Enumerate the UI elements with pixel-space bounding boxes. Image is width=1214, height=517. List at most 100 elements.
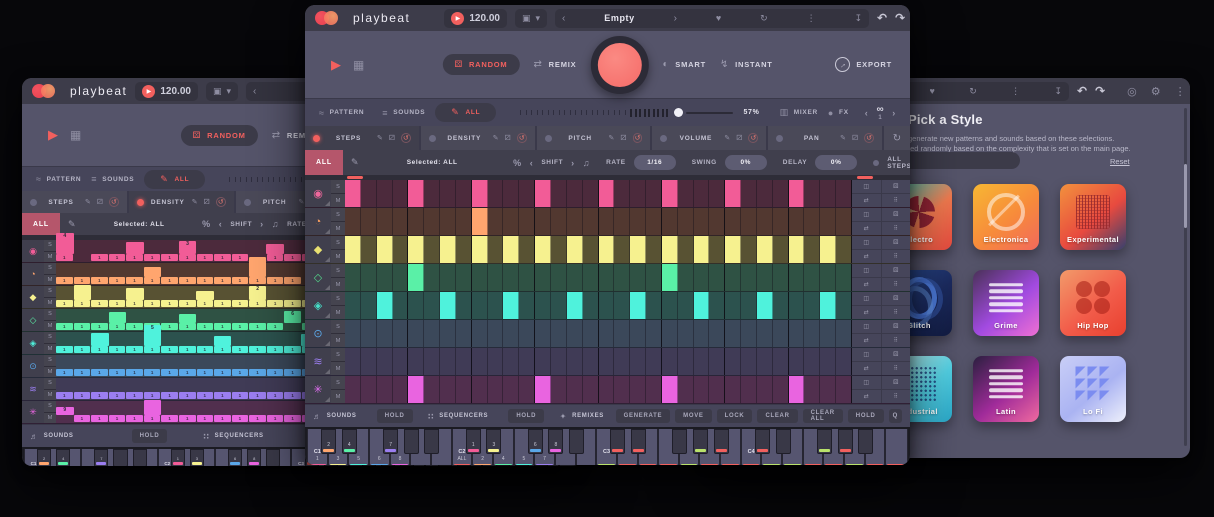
pencil-icon[interactable]: ✎ bbox=[85, 198, 91, 206]
step-cell[interactable] bbox=[709, 292, 725, 319]
undo-button[interactable]: ↶ bbox=[1077, 84, 1087, 98]
step-cell[interactable] bbox=[662, 320, 678, 347]
mute-button[interactable]: M bbox=[44, 390, 56, 401]
piano-key-black[interactable]: 2 bbox=[321, 429, 336, 454]
step-cell[interactable] bbox=[741, 236, 757, 263]
strip-segment[interactable]: 1 bbox=[144, 300, 161, 307]
step-cell[interactable] bbox=[535, 320, 551, 347]
step-cell[interactable] bbox=[836, 264, 852, 291]
strip-segment[interactable]: 1 bbox=[109, 254, 126, 261]
strip-segment[interactable]: 1 bbox=[56, 300, 73, 307]
lock-button[interactable]: LOCK bbox=[717, 409, 753, 423]
step-cell[interactable] bbox=[488, 348, 504, 375]
step-cell[interactable] bbox=[551, 180, 567, 207]
piano-key-black[interactable] bbox=[858, 429, 873, 454]
piano-key-black[interactable]: 8 bbox=[548, 429, 563, 454]
reset-link[interactable]: Reset bbox=[1110, 157, 1130, 166]
hold-sounds-button[interactable]: HOLD bbox=[132, 429, 168, 443]
strip-segment[interactable]: 1 bbox=[214, 254, 231, 261]
step-cell[interactable] bbox=[503, 320, 519, 347]
pencil-icon[interactable]: ✎ bbox=[351, 157, 359, 168]
step-cell[interactable] bbox=[583, 320, 599, 347]
reset-icon[interactable]: ↺ bbox=[633, 133, 643, 143]
solo-button[interactable]: S bbox=[44, 263, 56, 275]
step-cell[interactable] bbox=[393, 208, 409, 235]
step-cell[interactable] bbox=[345, 376, 361, 403]
step-cell[interactable] bbox=[694, 320, 710, 347]
strip-segment[interactable]: 1 bbox=[249, 300, 266, 307]
step-cell[interactable] bbox=[583, 208, 599, 235]
rate-value[interactable]: 1/16 bbox=[634, 155, 676, 170]
strip-segment[interactable]: 1 bbox=[214, 300, 231, 307]
redo-button[interactable]: ↷ bbox=[1095, 84, 1105, 98]
strip-segment[interactable]: 1 bbox=[161, 369, 178, 376]
die-icon[interactable]: ⚄ bbox=[882, 292, 911, 305]
step-cell[interactable] bbox=[393, 180, 409, 207]
accent-cell[interactable]: 4 bbox=[56, 233, 74, 254]
solo-button[interactable]: S bbox=[331, 376, 345, 390]
strip-segment[interactable]: 1 bbox=[179, 323, 196, 330]
piano-key-black[interactable] bbox=[424, 429, 439, 454]
step-cell[interactable] bbox=[393, 264, 409, 291]
dice-icon[interactable]: ⚂ bbox=[620, 134, 626, 142]
strip-segment[interactable]: 1 bbox=[267, 415, 284, 422]
step-cell[interactable] bbox=[820, 208, 836, 235]
strip-segment[interactable]: 1 bbox=[249, 277, 266, 284]
strip-segment[interactable]: 1 bbox=[74, 346, 91, 353]
pattern-next-button[interactable]: › bbox=[892, 108, 896, 118]
solo-button[interactable]: S bbox=[331, 236, 345, 250]
step-cell[interactable] bbox=[646, 376, 662, 403]
hold-sequencers-button[interactable]: HOLD bbox=[508, 409, 544, 423]
step-cell[interactable] bbox=[741, 180, 757, 207]
step-cell[interactable] bbox=[583, 264, 599, 291]
piano-key-black[interactable] bbox=[113, 449, 127, 466]
strip-segment[interactable]: 1 bbox=[126, 369, 143, 376]
step-cell[interactable] bbox=[408, 180, 424, 207]
strip-segment[interactable]: 1 bbox=[109, 392, 126, 399]
step-cell[interactable] bbox=[836, 236, 852, 263]
step-cell[interactable] bbox=[820, 292, 836, 319]
step-cell[interactable] bbox=[393, 376, 409, 403]
strip-segment[interactable]: 1 bbox=[232, 415, 249, 422]
accent-cell[interactable] bbox=[144, 267, 162, 277]
piano-key-black[interactable] bbox=[672, 429, 687, 454]
strip-segment[interactable]: 1 bbox=[232, 254, 249, 261]
step-cell[interactable] bbox=[646, 236, 662, 263]
dice-icon[interactable]: ⚂ bbox=[204, 198, 210, 206]
die-icon[interactable]: ⚄ bbox=[882, 236, 911, 249]
sync-icon[interactable]: ↻ bbox=[969, 86, 977, 97]
fx-perc-icon[interactable]: ✳ bbox=[22, 401, 44, 423]
step-cell[interactable] bbox=[614, 180, 630, 207]
reset-icon[interactable]: ↺ bbox=[864, 133, 874, 143]
style-tile-hip-hop[interactable]: Hip Hop bbox=[1060, 270, 1126, 336]
step-cell[interactable] bbox=[583, 236, 599, 263]
hihat-closed-icon[interactable]: ◆ bbox=[305, 236, 331, 263]
step-cell[interactable] bbox=[551, 348, 567, 375]
step-cell[interactable] bbox=[345, 236, 361, 263]
accent-cell[interactable] bbox=[196, 291, 214, 300]
solo-button[interactable]: S bbox=[44, 401, 56, 413]
track-all-tab[interactable]: ALL bbox=[22, 213, 60, 235]
step-cell[interactable] bbox=[551, 208, 567, 235]
step-cell[interactable] bbox=[361, 208, 377, 235]
piano-key-black[interactable]: 7 bbox=[94, 449, 108, 466]
step-cell[interactable] bbox=[408, 320, 424, 347]
step-cell[interactable] bbox=[408, 208, 424, 235]
param-tab-volume[interactable]: VOLUME✎⚂↺ bbox=[652, 126, 766, 150]
remix-button[interactable]: ⇄ REMIX bbox=[533, 59, 576, 70]
shuffle-icon[interactable]: ⇄ bbox=[852, 390, 881, 403]
piano-key-black[interactable] bbox=[817, 429, 832, 454]
accent-cell[interactable]: 2 bbox=[249, 286, 267, 300]
step-cell[interactable] bbox=[583, 292, 599, 319]
step-cell[interactable] bbox=[820, 236, 836, 263]
step-cell[interactable] bbox=[503, 180, 519, 207]
step-cell[interactable] bbox=[440, 376, 456, 403]
step-cell[interactable] bbox=[519, 348, 535, 375]
step-cell[interactable] bbox=[393, 292, 409, 319]
solo-button[interactable]: S bbox=[44, 355, 56, 367]
step-cell[interactable] bbox=[694, 348, 710, 375]
tom-icon[interactable]: ⊙ bbox=[22, 355, 44, 377]
step-cell[interactable] bbox=[472, 180, 488, 207]
strip-segment[interactable]: 1 bbox=[91, 392, 108, 399]
step-cell[interactable] bbox=[472, 376, 488, 403]
